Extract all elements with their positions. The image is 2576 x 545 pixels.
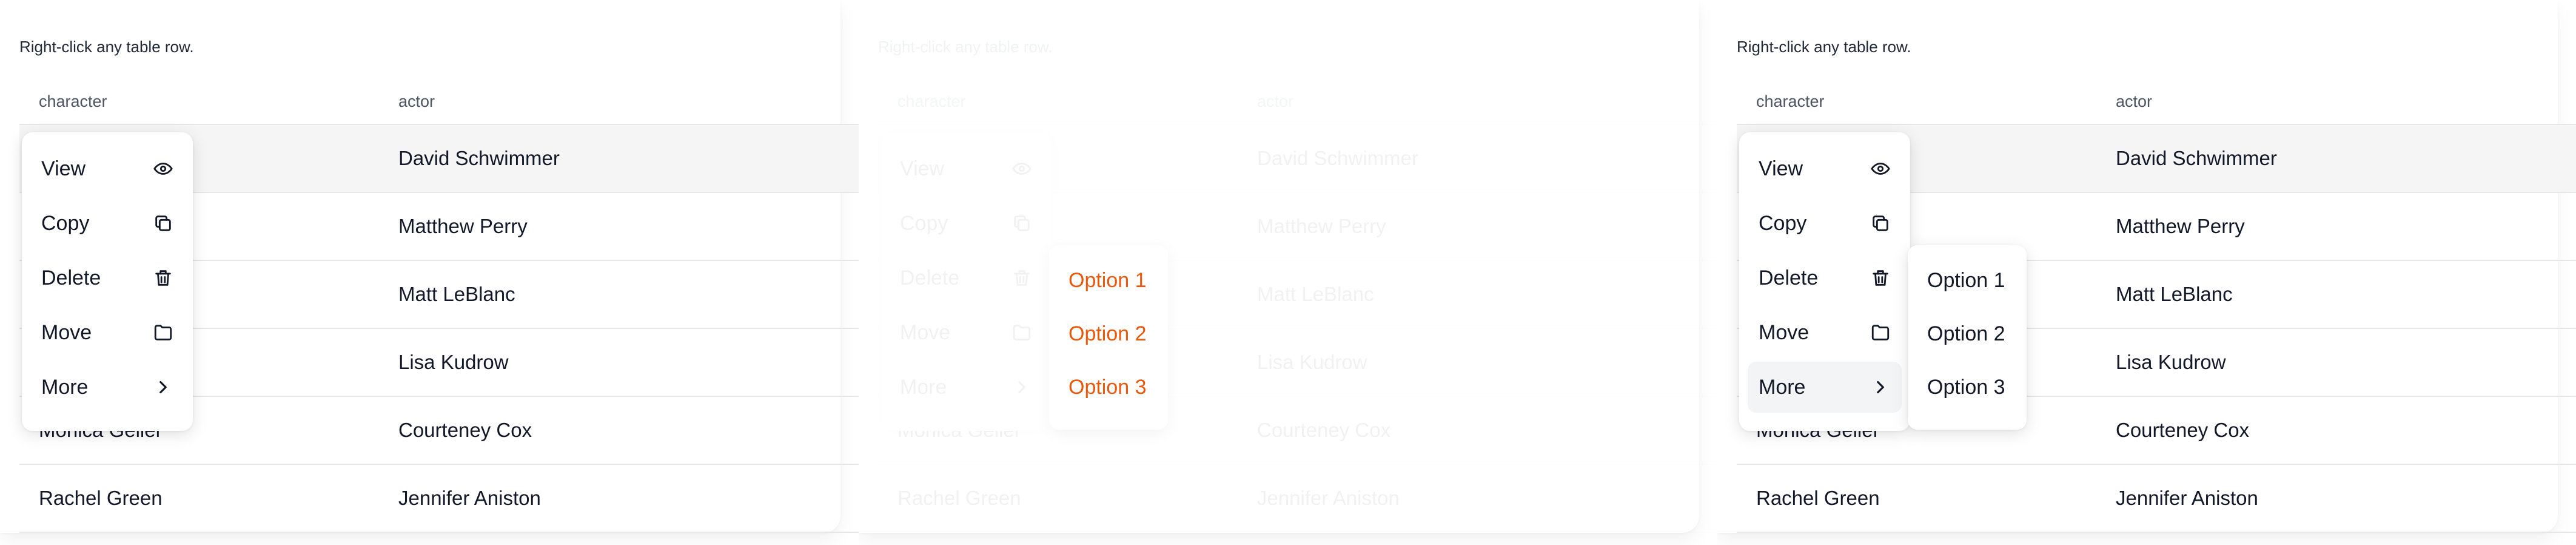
trash-icon	[1014, 270, 1030, 286]
menu-item-label: Delete	[1759, 266, 1819, 289]
menu-item-more[interactable]: More	[30, 362, 184, 413]
table-row[interactable]: Rachel Green Jennifer Aniston	[19, 465, 859, 533]
menu-item-move[interactable]: Move	[889, 307, 1043, 358]
menu-item-more[interactable]: More	[889, 362, 1043, 413]
submenu-option-2[interactable]: Option 2	[1913, 307, 2022, 361]
header-actor: actor	[398, 92, 435, 110]
submenu-option-1[interactable]: Option 1	[1913, 254, 2022, 307]
cell-actor: Matt LeBlanc	[1257, 283, 1374, 305]
cell-actor: Lisa Kudrow	[1257, 351, 1367, 373]
chevron-right-icon	[159, 381, 167, 394]
menu-item-label: Move	[900, 320, 951, 344]
menu-item-view[interactable]: View	[1748, 143, 1902, 194]
cell-actor: Jennifer Aniston	[1257, 487, 1400, 509]
header-character: character	[39, 92, 107, 110]
submenu: Option 1 Option 2 Option 3	[1908, 245, 2027, 430]
cell-actor: Matt LeBlanc	[398, 283, 515, 305]
cell-actor: David Schwimmer	[398, 147, 560, 169]
eye-icon	[153, 163, 173, 175]
submenu: Option 1 Option 2 Option 3	[1049, 245, 1168, 430]
cell-actor: Courteney Cox	[1257, 419, 1391, 441]
cell-actor: Matthew Perry	[1257, 215, 1386, 237]
panel-state-1: Right-click any table row. character act…	[0, 0, 859, 545]
table-row[interactable]: Rachel Green Jennifer Aniston	[878, 465, 1717, 533]
copy-icon	[1873, 215, 1888, 231]
table-header: character actor	[878, 79, 1717, 125]
cell-character: Rachel Green	[1756, 487, 1880, 509]
cell-actor: Courteney Cox	[2116, 419, 2250, 441]
table-header: character actor	[19, 79, 859, 125]
eye-icon	[1012, 163, 1031, 175]
cell-actor: Jennifer Aniston	[398, 487, 541, 509]
table-row[interactable]: Rachel Green Jennifer Aniston	[1737, 465, 2576, 533]
chevron-right-icon	[1018, 381, 1025, 394]
menu-item-label: Copy	[900, 211, 948, 235]
menu-item-label: More	[1759, 375, 1806, 399]
cell-character: Rachel Green	[39, 487, 163, 509]
menu-item-view[interactable]: View	[30, 143, 184, 194]
folder-icon	[1013, 325, 1031, 340]
cell-actor: David Schwimmer	[1257, 147, 1418, 169]
table-card: Right-click any table row. character act…	[859, 0, 1717, 533]
cell-character: Rachel Green	[897, 487, 1021, 509]
context-menu: View Copy Delete Move More	[22, 132, 193, 431]
chevron-right-icon	[1877, 381, 1884, 394]
trash-icon	[155, 270, 171, 286]
table-card: Right-click any table row. character act…	[1717, 0, 2576, 533]
context-menu: View Copy Delete Move More	[880, 132, 1052, 431]
submenu-option-2[interactable]: Option 2	[1054, 307, 1163, 361]
menu-item-label: More	[41, 375, 89, 399]
cell-actor: David Schwimmer	[2116, 147, 2277, 169]
panel-state-2: Right-click any table row. character act…	[859, 0, 1717, 545]
panel-state-3: Right-click any table row. character act…	[1717, 0, 2576, 545]
stage: Right-click any table row. character act…	[0, 0, 2576, 545]
instruction-caption: Right-click any table row.	[19, 38, 194, 56]
menu-item-delete[interactable]: Delete	[1748, 252, 1902, 303]
cell-actor: Matthew Perry	[2116, 215, 2245, 237]
cell-actor: Lisa Kudrow	[2116, 351, 2226, 373]
menu-item-copy[interactable]: Copy	[1748, 198, 1902, 249]
submenu-option-3[interactable]: Option 3	[1054, 361, 1163, 414]
menu-item-label: Move	[1759, 320, 1810, 344]
menu-item-delete[interactable]: Delete	[889, 252, 1043, 303]
instruction-caption: Right-click any table row.	[878, 38, 1053, 56]
menu-item-move[interactable]: Move	[30, 307, 184, 358]
menu-item-label: Move	[41, 320, 92, 344]
menu-item-label: Copy	[41, 211, 90, 235]
cell-actor: Lisa Kudrow	[398, 351, 509, 373]
menu-item-copy[interactable]: Copy	[889, 198, 1043, 249]
instruction-caption: Right-click any table row.	[1737, 38, 1911, 56]
cell-actor: Matt LeBlanc	[2116, 283, 2233, 305]
header-character: character	[897, 92, 966, 110]
menu-item-label: More	[900, 375, 947, 399]
context-menu: View Copy Delete Move More	[1739, 132, 1910, 431]
menu-item-label: View	[41, 157, 86, 180]
menu-item-view[interactable]: View	[889, 143, 1043, 194]
menu-item-label: View	[1759, 157, 1803, 180]
copy-icon	[155, 215, 171, 231]
eye-icon	[1871, 163, 1890, 175]
menu-item-copy[interactable]: Copy	[30, 198, 184, 249]
submenu-option-1[interactable]: Option 1	[1054, 254, 1163, 307]
trash-icon	[1873, 270, 1888, 286]
menu-item-move[interactable]: Move	[1748, 307, 1902, 358]
menu-item-label: Delete	[41, 266, 101, 289]
menu-item-label: Copy	[1759, 211, 1807, 235]
menu-item-label: Delete	[900, 266, 960, 289]
copy-icon	[1014, 215, 1030, 231]
header-character: character	[1756, 92, 1825, 110]
menu-item-more[interactable]: More	[1748, 362, 1902, 413]
folder-icon	[154, 325, 172, 340]
menu-item-label: View	[900, 157, 945, 180]
cell-actor: Matthew Perry	[398, 215, 528, 237]
menu-item-delete[interactable]: Delete	[30, 252, 184, 303]
cell-actor: Courteney Cox	[398, 419, 532, 441]
table-header: character actor	[1737, 79, 2576, 125]
table-card: Right-click any table row. character act…	[0, 0, 859, 533]
cell-actor: Jennifer Aniston	[2116, 487, 2258, 509]
header-actor: actor	[1257, 92, 1294, 110]
header-actor: actor	[2116, 92, 2153, 110]
submenu-option-3[interactable]: Option 3	[1913, 361, 2022, 414]
folder-icon	[1871, 325, 1890, 340]
